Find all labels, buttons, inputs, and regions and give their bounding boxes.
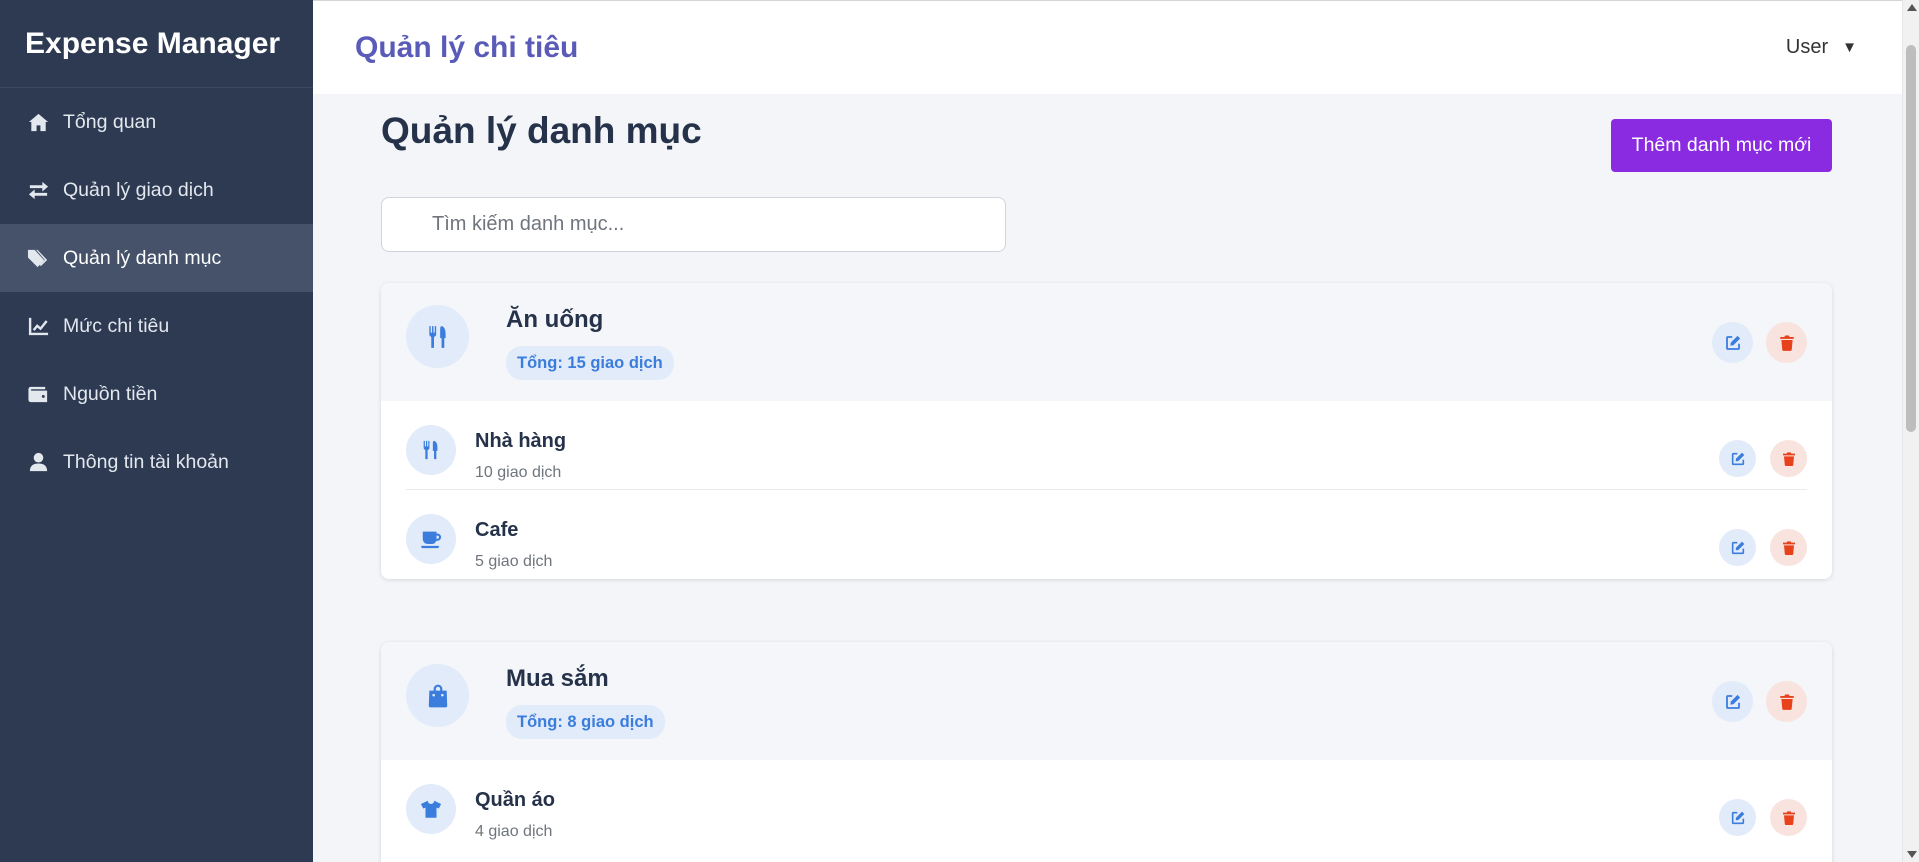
exchange-icon (25, 177, 51, 203)
subcategory-actions (1705, 799, 1807, 836)
subcategory-count: 4 giao dịch (475, 823, 553, 840)
edit-category-button[interactable] (1712, 322, 1753, 363)
edit-icon (1731, 811, 1744, 824)
sidebar-item-label: Quản lý danh mục (63, 246, 222, 269)
utensils-icon (406, 425, 456, 475)
subcategory-count: 5 giao dịch (475, 553, 553, 570)
delete-subcategory-button[interactable] (1770, 799, 1807, 836)
trash-icon (1779, 694, 1794, 710)
edit-subcategory-button[interactable] (1719, 799, 1756, 836)
user-label: User (1785, 36, 1829, 58)
scroll-up-arrow-icon[interactable] (1907, 4, 1917, 11)
sidebar-item-account[interactable]: Thông tin tài khoản (0, 428, 313, 496)
utensils-icon (406, 305, 469, 368)
user-icon (25, 449, 51, 475)
sidebar: Expense Manager Tổng quan Quản lý giao d… (0, 0, 313, 862)
scrollbar-thumb[interactable] (1906, 45, 1916, 432)
edit-icon (1731, 541, 1744, 554)
scroll-down-arrow-icon[interactable] (1907, 851, 1917, 858)
transaction-count-badge: Tổng: 15 giao dịch (506, 346, 674, 380)
caret-down-icon: ▼ (1842, 39, 1857, 56)
trash-icon (1779, 335, 1794, 351)
coffee-icon (406, 514, 456, 564)
transaction-count-badge: Tổng: 8 giao dịch (506, 705, 665, 739)
delete-category-button[interactable] (1766, 681, 1807, 722)
user-menu[interactable]: User ▼ (1786, 36, 1857, 59)
edit-category-button[interactable] (1712, 681, 1753, 722)
edit-icon (1725, 335, 1740, 350)
main-content: Quản lý danh mục Thêm danh mục mới Ăn uố… (313, 94, 1902, 862)
page-scrollbar[interactable] (1902, 0, 1919, 862)
category-header: Ăn uống Tổng: 15 giao dịch (381, 283, 1832, 401)
trash-icon (1782, 810, 1795, 825)
delete-category-button[interactable] (1766, 322, 1807, 363)
category-header: Mua sắm Tổng: 8 giao dịch (381, 642, 1832, 760)
sidebar-item-label: Nguồn tiền (63, 382, 158, 405)
chart-line-icon (25, 313, 51, 339)
page-title: Quản lý danh mục (381, 110, 702, 151)
subcategory-actions (1705, 440, 1807, 477)
delete-subcategory-button[interactable] (1770, 529, 1807, 566)
sidebar-item-label: Thông tin tài khoản (63, 450, 229, 473)
subcategory-row: Cafe 5 giao dịch (406, 490, 1807, 579)
edit-icon (1731, 452, 1744, 465)
tshirt-icon (406, 784, 456, 834)
search-input[interactable] (381, 197, 1006, 252)
subcategory-name: Cafe (475, 519, 519, 541)
edit-subcategory-button[interactable] (1719, 440, 1756, 477)
app-title: Quản lý chi tiêu (355, 31, 579, 64)
trash-icon (1782, 540, 1795, 555)
edit-icon (1725, 694, 1740, 709)
sidebar-item-label: Tổng quan (63, 110, 157, 133)
top-header: Quản lý chi tiêu User ▼ (313, 0, 1902, 94)
home-icon (25, 109, 51, 135)
wallet-icon (25, 381, 51, 407)
edit-subcategory-button[interactable] (1719, 529, 1756, 566)
sidebar-item-label: Mức chi tiêu (63, 314, 170, 337)
sidebar-item-overview[interactable]: Tổng quan (0, 88, 313, 156)
sidebar-item-money-sources[interactable]: Nguồn tiền (0, 360, 313, 428)
sidebar-item-label: Quản lý giao dịch (63, 178, 214, 201)
subcategory-name: Quần áo (475, 789, 556, 811)
brand-logo[interactable]: Expense Manager (0, 0, 313, 88)
category-card: Ăn uống Tổng: 15 giao dịch Nhà hàng 10 g… (381, 283, 1832, 579)
subcategory-row: Quần áo 4 giao dịch (406, 760, 1807, 849)
category-card: Mua sắm Tổng: 8 giao dịch Quần áo 4 giao… (381, 642, 1832, 862)
subcategory-actions (1705, 529, 1807, 566)
shopping-bag-icon (406, 664, 469, 727)
sidebar-item-spending-limit[interactable]: Mức chi tiêu (0, 292, 313, 360)
category-actions (1699, 322, 1807, 363)
category-actions (1699, 681, 1807, 722)
delete-subcategory-button[interactable] (1770, 440, 1807, 477)
subcategory-count: 10 giao dịch (475, 464, 562, 481)
trash-icon (1782, 451, 1795, 466)
add-category-button[interactable]: Thêm danh mục mới (1611, 119, 1832, 172)
category-name: Mua sắm (506, 665, 609, 692)
sidebar-item-transactions[interactable]: Quản lý giao dịch (0, 156, 313, 224)
subcategory-name: Nhà hàng (475, 430, 567, 452)
sidebar-item-categories[interactable]: Quản lý danh mục (0, 224, 313, 292)
tags-icon (25, 245, 51, 271)
subcategory-row: Nhà hàng 10 giao dịch (406, 401, 1807, 490)
category-name: Ăn uống (506, 306, 604, 333)
